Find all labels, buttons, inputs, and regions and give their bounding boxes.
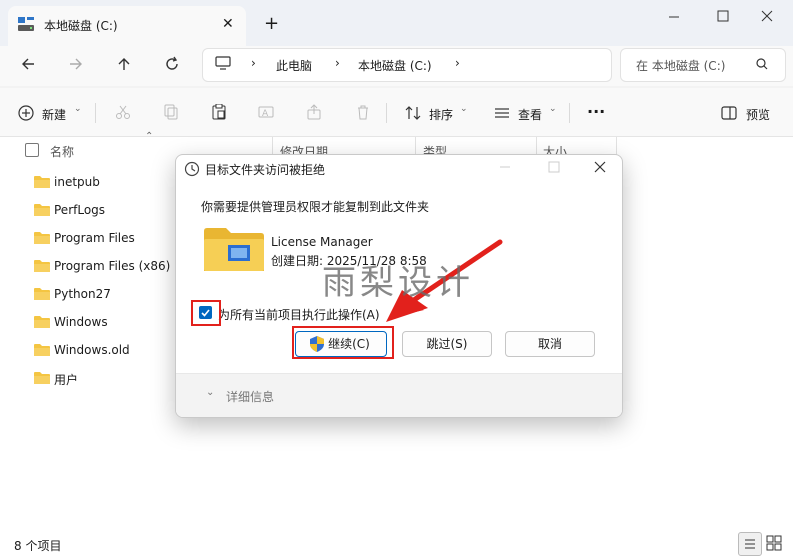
chevron-down-icon[interactable]: ⌄ [74, 104, 82, 114]
preview-pane-icon[interactable] [721, 105, 737, 121]
column-divider[interactable] [536, 137, 537, 155]
file-name: inetpub [54, 175, 100, 189]
folder-icon [34, 315, 50, 329]
sort-icon[interactable] [405, 105, 421, 121]
refresh-icon[interactable] [164, 56, 180, 72]
folder-icon [34, 231, 50, 245]
preview-button[interactable]: 预览 [746, 106, 770, 123]
computer-icon [215, 56, 231, 70]
delete-icon[interactable] [355, 104, 371, 120]
cut-icon[interactable] [115, 104, 131, 120]
breadcrumb-local-disk[interactable]: 本地磁盘 (C:) [358, 57, 432, 74]
chevron-down-icon[interactable]: ⌄ [549, 104, 557, 114]
new-button[interactable]: 新建 [42, 106, 66, 123]
close-dialog-icon[interactable] [594, 161, 606, 173]
cancel-button[interactable]: 取消 [505, 331, 595, 357]
svg-text:A: A [262, 109, 269, 119]
file-name: Program Files (x86) [54, 259, 171, 273]
column-divider[interactable] [415, 137, 416, 155]
paste-icon[interactable] [211, 104, 227, 120]
minimize-icon [499, 161, 511, 173]
column-divider[interactable] [616, 137, 617, 155]
more-details-toggle[interactable]: 详细信息 [226, 388, 274, 405]
new-tab-button[interactable]: + [264, 13, 279, 34]
folder-icon [34, 343, 50, 357]
tiles-view-toggle[interactable] [766, 535, 782, 551]
folder-icon [34, 203, 50, 217]
rename-icon[interactable]: A [258, 104, 274, 120]
new-icon[interactable] [18, 105, 34, 121]
file-name: Windows [54, 315, 108, 329]
breadcrumb-chevron-icon: › [251, 56, 256, 70]
details-view-toggle[interactable] [738, 532, 762, 556]
chevron-down-icon[interactable]: ⌄ [206, 387, 214, 398]
back-icon[interactable] [20, 56, 36, 72]
folder-icon [34, 287, 50, 301]
folder-icon [34, 175, 50, 189]
up-icon[interactable] [116, 56, 132, 72]
item-count: 8 个项目 [14, 539, 62, 553]
sort-ascending-icon: ⌃ [145, 131, 154, 142]
annotation-box [292, 326, 394, 359]
folder-icon [34, 371, 50, 385]
maximize-icon[interactable] [716, 9, 730, 23]
sort-button[interactable]: 排序 [429, 106, 453, 123]
drive-icon [18, 17, 34, 31]
view-icon[interactable] [494, 105, 510, 121]
column-divider[interactable] [272, 137, 273, 155]
skip-button[interactable]: 跳过(S) [402, 331, 492, 357]
breadcrumb-chevron-icon: › [335, 56, 340, 70]
file-name: 用户 [54, 373, 79, 387]
search-icon [756, 58, 768, 70]
share-icon[interactable] [306, 104, 322, 120]
more-options-button[interactable]: ··· [587, 102, 605, 121]
column-header-name[interactable]: 名称 [50, 143, 74, 160]
folder-large-icon [204, 225, 264, 273]
file-name: Python27 [54, 287, 111, 301]
breadcrumb-this-pc[interactable]: 此电脑 [276, 57, 312, 74]
close-window-icon[interactable] [760, 9, 774, 23]
maximize-icon [548, 161, 560, 173]
close-tab-icon[interactable]: ✕ [222, 16, 234, 32]
folder-icon [34, 259, 50, 273]
annotation-box [191, 300, 221, 326]
file-name: PerfLogs [54, 203, 106, 217]
search-input[interactable]: 在 本地磁盘 (C:) [636, 57, 725, 74]
toolbar-divider [386, 103, 387, 123]
forward-icon[interactable] [68, 56, 84, 72]
toolbar-divider [569, 103, 570, 123]
item-name: License Manager [271, 235, 373, 249]
status-bar [0, 531, 793, 558]
breadcrumb-chevron-icon[interactable]: › [455, 56, 460, 70]
dialog-message: 你需要提供管理员权限才能复制到此文件夹 [201, 200, 430, 214]
clock-icon [184, 161, 200, 177]
view-button[interactable]: 查看 [518, 106, 542, 123]
watermark: 雨梨设计 [322, 263, 474, 303]
file-name: Windows.old [54, 343, 130, 357]
file-name: Program Files [54, 231, 135, 245]
toolbar-divider [95, 103, 96, 123]
minimize-icon[interactable] [667, 10, 681, 24]
copy-icon[interactable] [163, 104, 179, 120]
dialog-title: 目标文件夹访问被拒绝 [205, 163, 326, 177]
apply-all-label[interactable]: 为所有当前项目执行此操作(A) [218, 306, 380, 323]
tab-title: 本地磁盘 (C:) [44, 19, 118, 33]
chevron-down-icon[interactable]: ⌄ [460, 104, 468, 114]
select-all-checkbox[interactable] [25, 143, 39, 157]
